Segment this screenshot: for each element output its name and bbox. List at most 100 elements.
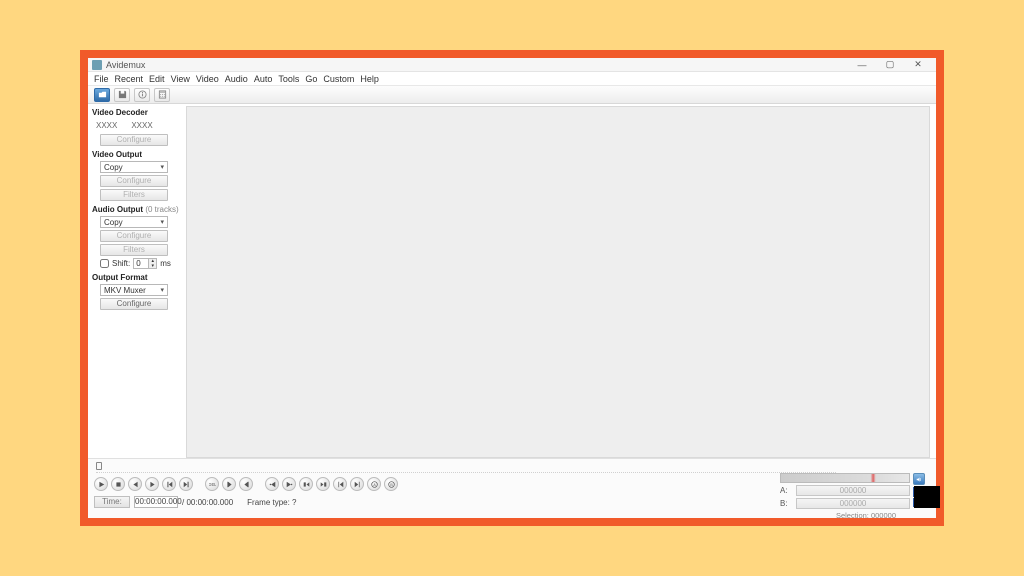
menu-view[interactable]: View	[171, 74, 190, 84]
window-minimize-button[interactable]: —	[848, 60, 876, 70]
goto-end-icon	[354, 481, 361, 488]
menu-audio[interactable]: Audio	[225, 74, 248, 84]
video-preview-area	[186, 106, 930, 458]
video-decoder-title: Video Decoder	[92, 108, 182, 117]
marker-b-row: B: 000000	[780, 498, 910, 509]
info-button[interactable]	[134, 88, 150, 102]
audio-shift-input[interactable]: 0 ▴▾	[133, 258, 157, 269]
stop-icon	[115, 481, 122, 488]
next-black-button[interactable]	[316, 477, 330, 491]
goto-start-button[interactable]	[333, 477, 347, 491]
left-panel: Video Decoder XXXX XXXX Configure Video …	[92, 106, 182, 458]
video-codec-combo[interactable]: Copy ▾	[100, 161, 168, 173]
output-configure-button[interactable]: Configure	[100, 298, 168, 310]
goto-marker-b-button[interactable]: B	[384, 477, 398, 491]
selection-pane: A: 000000 B: 000000 Selection: 000000	[780, 473, 910, 518]
chevron-down-icon: ▾	[160, 286, 164, 294]
output-muxer-value: MKV Muxer	[104, 286, 146, 295]
timeline-slider[interactable]	[96, 461, 836, 473]
next-cut-icon	[286, 481, 293, 488]
output-preview-thumb	[914, 486, 936, 508]
menu-video[interactable]: Video	[196, 74, 219, 84]
goto-start-icon	[337, 481, 344, 488]
chevron-down-icon: ▾	[160, 163, 164, 171]
menu-custom[interactable]: Custom	[323, 74, 354, 84]
marker-b-value[interactable]: 000000	[796, 498, 910, 509]
stop-button[interactable]	[111, 477, 125, 491]
delete-icon: DEL	[209, 481, 216, 488]
set-marker-a-button[interactable]	[222, 477, 236, 491]
play-icon	[98, 481, 105, 488]
menu-file[interactable]: File	[94, 74, 109, 84]
chevron-down-icon: ▾	[160, 218, 164, 226]
audio-codec-combo[interactable]: Copy ▾	[100, 216, 168, 228]
app-window: Avidemux — ▢ ✕ File Recent Edit View Vid…	[88, 58, 936, 518]
content-area: Video Decoder XXXX XXXX Configure Video …	[88, 104, 936, 458]
app-icon	[92, 60, 102, 70]
volume-button[interactable]	[913, 473, 925, 485]
next-black-icon	[320, 481, 327, 488]
menu-help[interactable]: Help	[360, 74, 379, 84]
next-keyframe-icon	[183, 481, 190, 488]
window-title: Avidemux	[106, 60, 848, 70]
save-button[interactable]	[114, 88, 130, 102]
output-muxer-combo[interactable]: MKV Muxer ▾	[100, 284, 168, 296]
marker-a-label: A:	[780, 486, 792, 495]
video-filters-button[interactable]: Filters	[100, 189, 168, 201]
video-output-title: Video Output	[92, 150, 182, 159]
prev-black-button[interactable]	[299, 477, 313, 491]
audio-filters-button[interactable]: Filters	[100, 244, 168, 256]
timeline-thumb[interactable]	[96, 462, 102, 470]
goto-b-icon: B	[388, 481, 395, 488]
audio-output-title: Audio Output (0 tracks)	[92, 205, 182, 214]
play-button[interactable]	[94, 477, 108, 491]
next-keyframe-button[interactable]	[179, 477, 193, 491]
next-frame-button[interactable]	[145, 477, 159, 491]
goto-end-button[interactable]	[350, 477, 364, 491]
titlebar: Avidemux — ▢ ✕	[88, 58, 936, 72]
time-field[interactable]: 00:00:00.000	[134, 496, 178, 508]
bottom-area: DEL A B Time: 00:00:00.000 / 00:00:00.00…	[88, 458, 936, 518]
marker-b-label: B:	[780, 499, 792, 508]
duration-label: / 00:00:00.000	[182, 498, 233, 507]
marker-b-icon	[243, 481, 250, 488]
frame-type-label: Frame type: ?	[247, 498, 296, 507]
menu-go[interactable]: Go	[305, 74, 317, 84]
prev-cut-button[interactable]	[265, 477, 279, 491]
audio-codec-value: Copy	[104, 218, 123, 227]
calculator-icon	[158, 90, 167, 99]
toolbar	[88, 86, 936, 104]
menubar: File Recent Edit View Video Audio Auto T…	[88, 72, 936, 86]
goto-marker-a-button[interactable]: A	[367, 477, 381, 491]
next-frame-icon	[149, 481, 156, 488]
audio-configure-button[interactable]: Configure	[100, 230, 168, 242]
marker-a-row: A: 000000	[780, 485, 910, 496]
menu-recent[interactable]: Recent	[115, 74, 144, 84]
prev-keyframe-icon	[166, 481, 173, 488]
audio-shift-checkbox[interactable]	[100, 259, 109, 268]
video-configure-button[interactable]: Configure	[100, 175, 168, 187]
video-codec-value: Copy	[104, 163, 123, 172]
calculator-button[interactable]	[154, 88, 170, 102]
delete-button[interactable]: DEL	[205, 477, 219, 491]
prev-frame-button[interactable]	[128, 477, 142, 491]
audio-shift-unit: ms	[160, 259, 171, 268]
set-marker-b-button[interactable]	[239, 477, 253, 491]
window-close-button[interactable]: ✕	[904, 59, 932, 70]
decoder-configure-button[interactable]: Configure	[100, 134, 168, 146]
next-cut-button[interactable]	[282, 477, 296, 491]
time-button[interactable]: Time:	[94, 496, 130, 508]
prev-cut-icon	[269, 481, 276, 488]
open-file-button[interactable]	[94, 88, 110, 102]
prev-keyframe-button[interactable]	[162, 477, 176, 491]
menu-tools[interactable]: Tools	[278, 74, 299, 84]
menu-edit[interactable]: Edit	[149, 74, 165, 84]
decoder-name-1: XXXX	[96, 121, 117, 130]
goto-a-icon: A	[371, 481, 378, 488]
audio-shift-row: Shift: 0 ▴▾ ms	[100, 258, 182, 269]
marker-a-value[interactable]: 000000	[796, 485, 910, 496]
window-maximize-button[interactable]: ▢	[876, 59, 904, 70]
spin-buttons[interactable]: ▴▾	[148, 259, 156, 268]
menu-auto[interactable]: Auto	[254, 74, 273, 84]
decoder-name-row: XXXX XXXX	[92, 119, 182, 132]
